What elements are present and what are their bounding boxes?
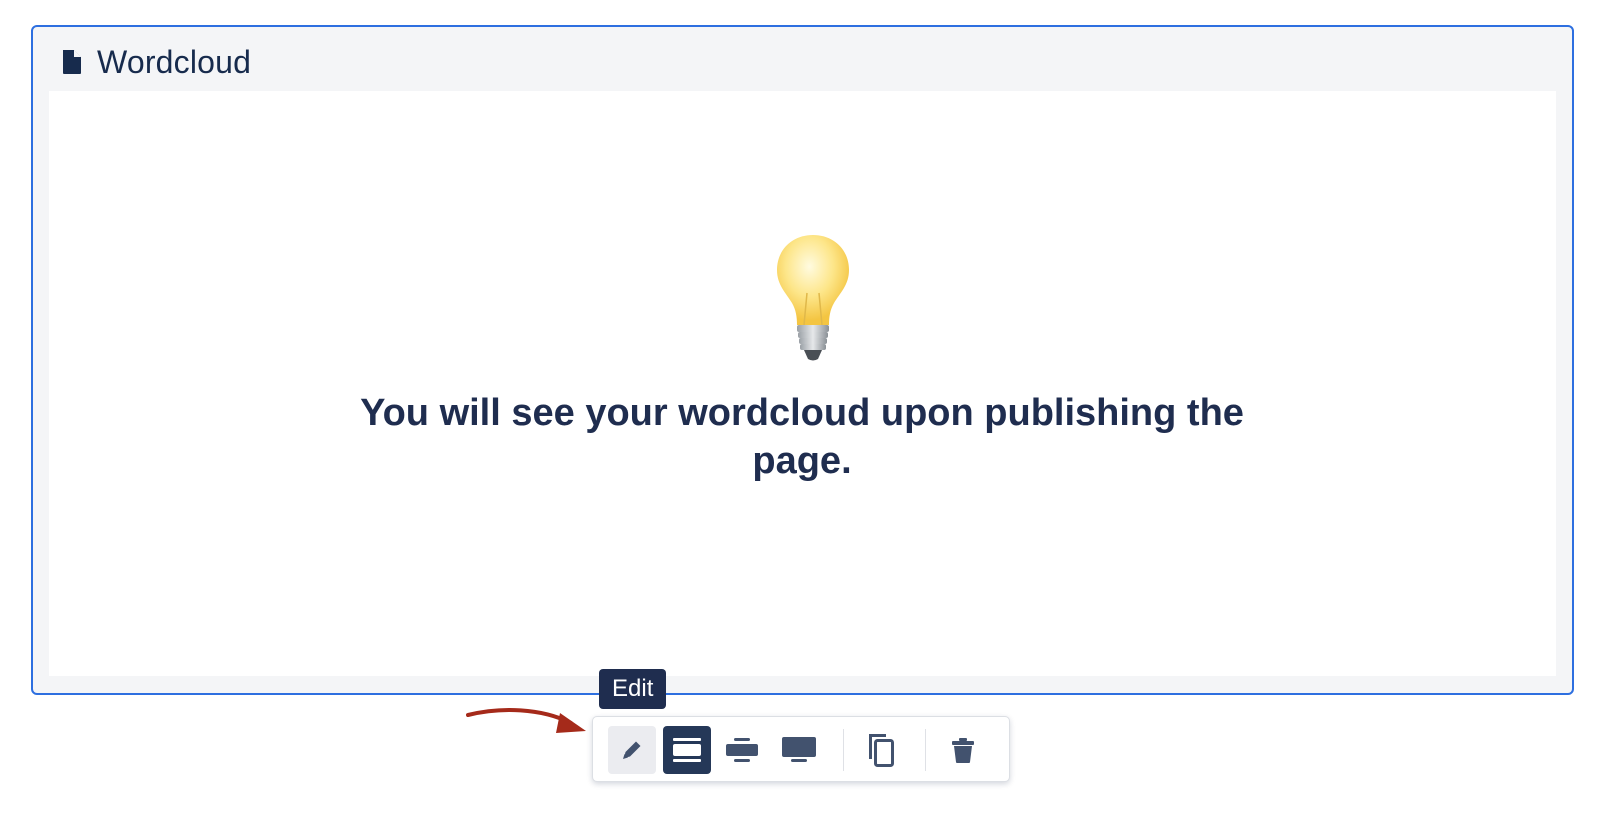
delete-button[interactable] xyxy=(939,726,987,774)
placeholder-message: You will see your wordcloud upon publish… xyxy=(360,392,1244,482)
macro-preview-area: You will see your wordcloud upon publish… xyxy=(49,91,1556,676)
macro-title: Wordcloud xyxy=(97,43,252,80)
copy-button[interactable] xyxy=(857,726,905,774)
macro-header: Wordcloud xyxy=(61,43,251,81)
document-icon xyxy=(63,50,81,74)
annotation-arrow-icon xyxy=(466,708,586,733)
toolbar-separator xyxy=(843,729,844,771)
trash-icon xyxy=(952,738,974,763)
macro-toolbar xyxy=(592,716,1010,782)
wordcloud-macro[interactable]: Wordcloud You will see your wordcloud up… xyxy=(31,25,1574,695)
wide-button[interactable] xyxy=(775,726,823,774)
lightbulb-icon xyxy=(777,235,849,361)
full-width-icon xyxy=(673,738,701,762)
edit-button[interactable] xyxy=(608,726,656,774)
monitor-icon xyxy=(782,737,816,762)
toolbar-separator xyxy=(925,729,926,771)
edit-tooltip: Edit xyxy=(599,669,667,709)
full-width-button[interactable] xyxy=(663,726,711,774)
center-align-button[interactable] xyxy=(718,726,766,774)
center-align-icon xyxy=(726,738,758,762)
copy-icon xyxy=(869,734,894,767)
pencil-icon xyxy=(623,741,641,759)
